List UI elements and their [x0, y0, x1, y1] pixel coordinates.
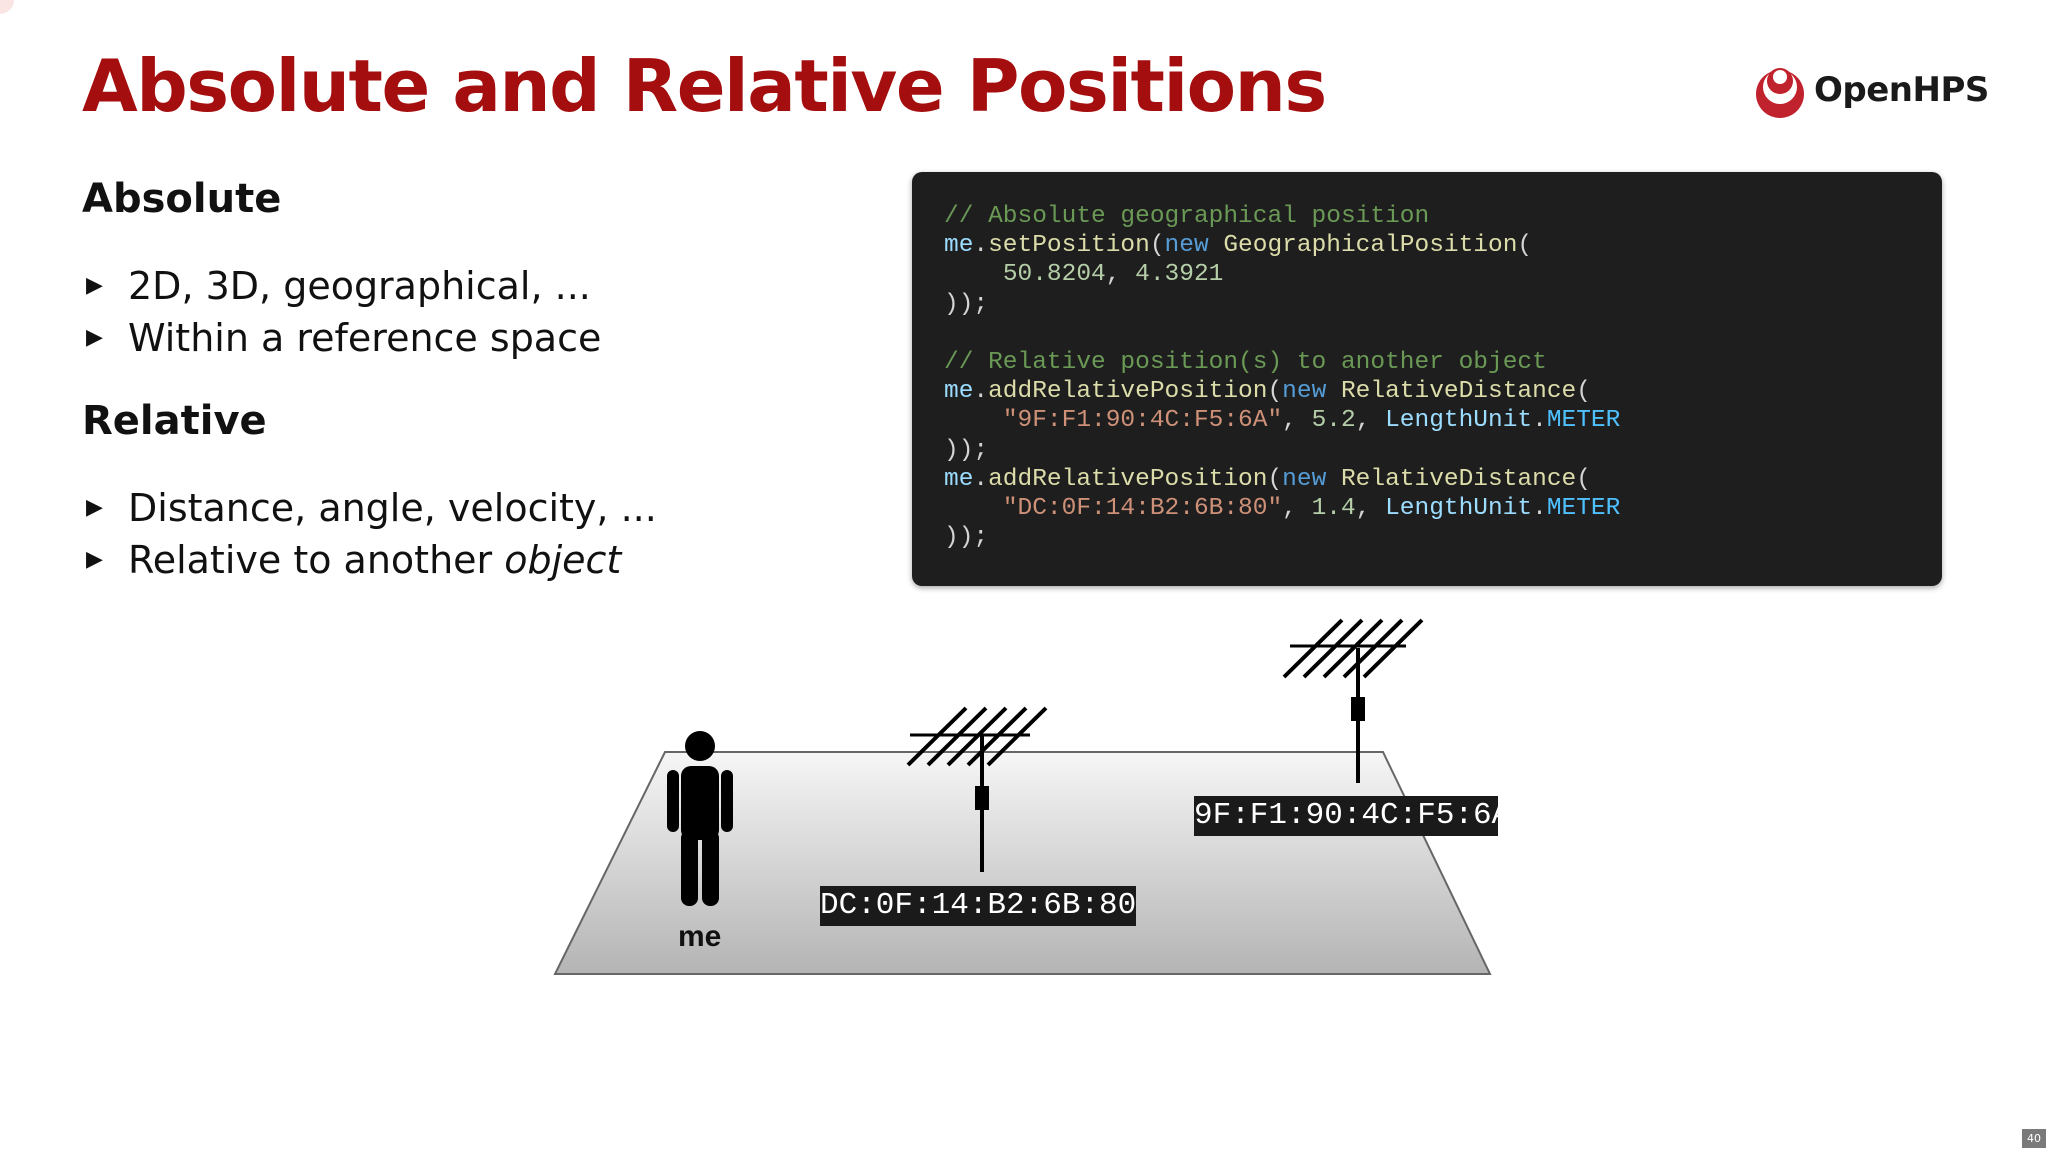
page-number: 40: [2022, 1129, 2046, 1148]
positioning-diagram: [553, 618, 1492, 975]
person-label: me: [678, 920, 722, 953]
beacon-near-label: DC:0F:14:B2:6B:80: [820, 886, 1136, 926]
beacon-far-label: 9F:F1:90:4C:F5:6A: [1194, 796, 1498, 836]
